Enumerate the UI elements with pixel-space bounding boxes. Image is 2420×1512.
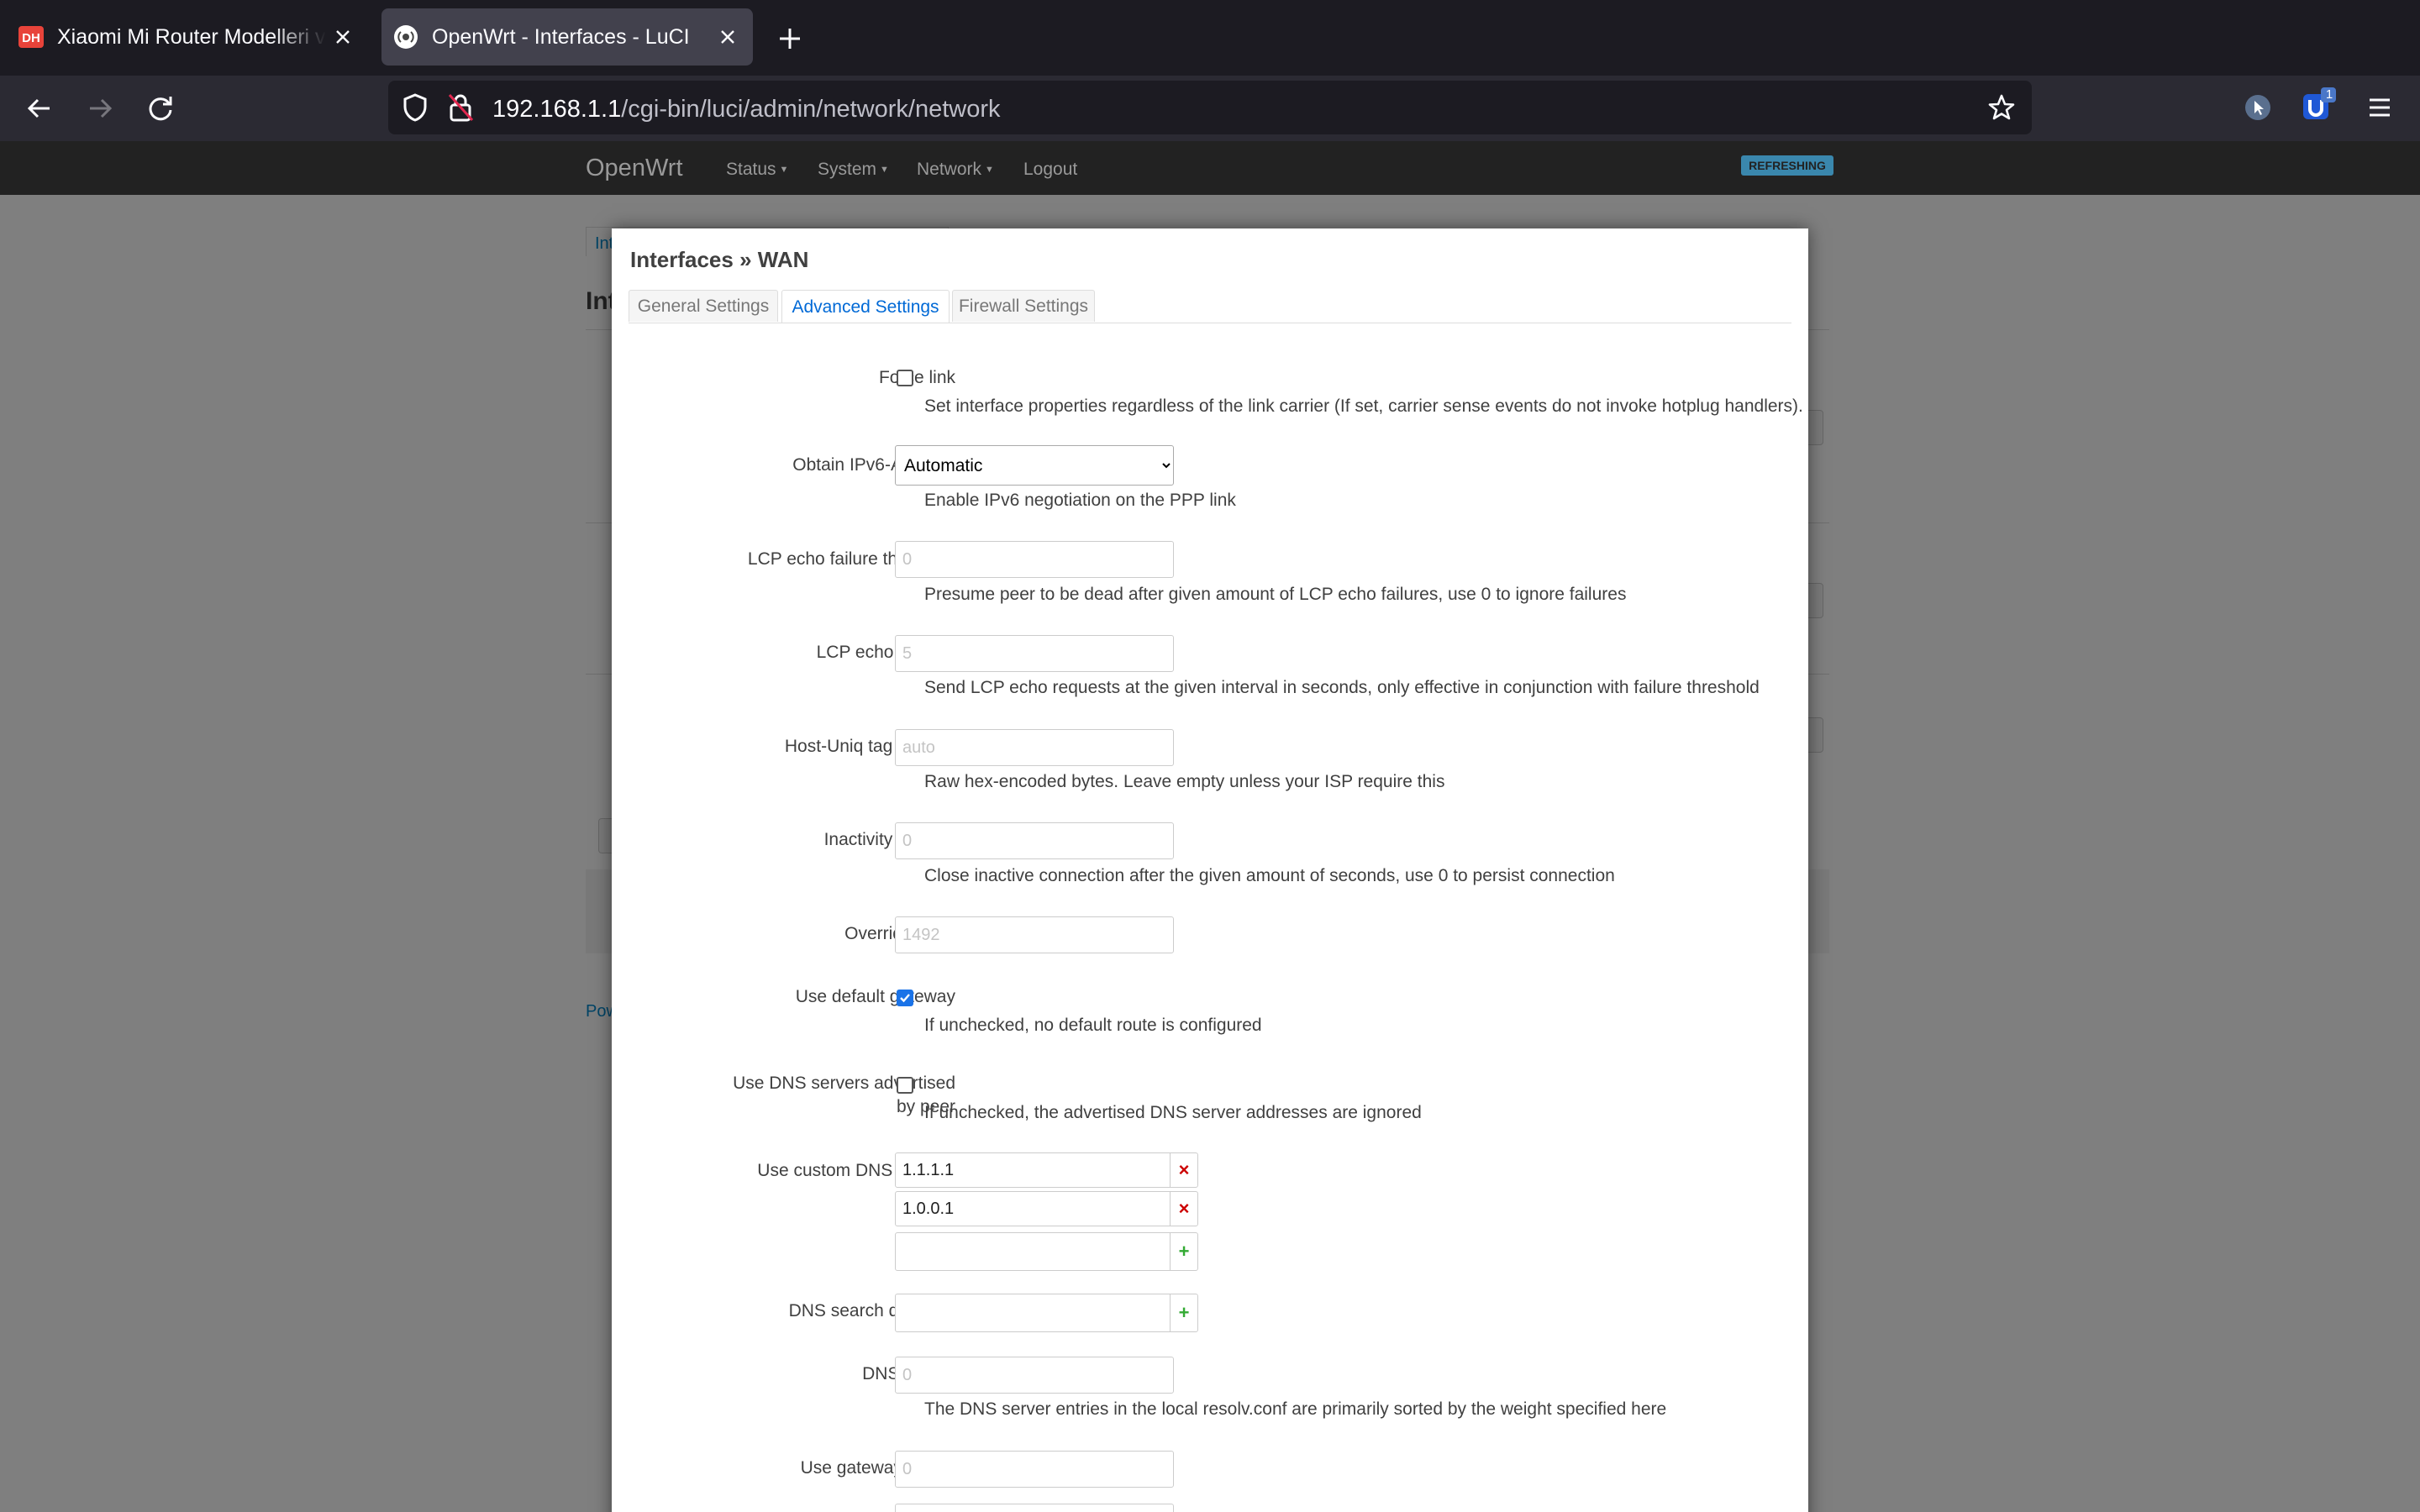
menu-status[interactable]: Status ▼: [726, 160, 788, 180]
openwrt-favicon-icon: [393, 24, 418, 50]
tab-general-settings[interactable]: General Settings: [629, 290, 778, 322]
hamburger-menu-icon[interactable]: [2361, 89, 2398, 126]
next-field-input[interactable]: [895, 1504, 1174, 1512]
url-bar[interactable]: 192.168.1.1/cgi-bin/luci/admin/network/n…: [388, 81, 2032, 134]
luci-header: OpenWrt Status ▼ System ▼ Network ▼ Logout …: [0, 141, 2420, 195]
menu-logout[interactable]: Logout: [1023, 160, 1077, 180]
ipv6-select[interactable]: Automatic: [895, 445, 1174, 486]
back-button[interactable]: [17, 86, 62, 131]
dns-search-input[interactable]: [895, 1294, 1171, 1332]
browser-tab-openwrt[interactable]: OpenWrt - Interfaces - LuCI: [381, 8, 753, 66]
default-gateway-description: If unchecked, no default route is config…: [924, 1016, 1262, 1035]
remove-dns-button[interactable]: ×: [1170, 1152, 1198, 1188]
lcp-interval-description: Send LCP echo requests at the given inte…: [924, 678, 1760, 697]
tab-bar: DH Xiaomi Mi Router Modelleri ve OpenWrt…: [0, 0, 2420, 76]
custom-dns-entry: ×: [895, 1191, 1199, 1226]
extension-cursor-icon[interactable]: [2239, 89, 2276, 126]
peer-dns-description: If unchecked, the advertised DNS server …: [924, 1103, 1422, 1122]
lcp-threshold-input[interactable]: [895, 541, 1174, 578]
add-search-domain-button[interactable]: +: [1170, 1294, 1198, 1332]
default-gateway-label: Use default gateway: [795, 987, 955, 1006]
interface-edit-modal: Interfaces » WAN General Settings Advanc…: [612, 228, 1808, 1512]
peer-dns-label: Use DNS servers advertised by peer: [733, 1074, 955, 1116]
custom-dns-input[interactable]: [895, 1152, 1171, 1188]
forward-icon: [90, 98, 113, 118]
ipv6-description: Enable IPv6 negotiation on the PPP link: [924, 491, 1236, 510]
insecure-lock-icon[interactable]: [444, 91, 477, 124]
brand-logo[interactable]: OpenWrt: [586, 155, 683, 182]
extension-badge: 1: [2325, 87, 2333, 102]
tab-title: OpenWrt - Interfaces - LuCI: [432, 24, 690, 49]
gateway-metric-input[interactable]: [895, 1451, 1174, 1488]
dns-search-entry: +: [895, 1294, 1199, 1332]
star-icon[interactable]: [1985, 91, 2018, 124]
force-link-description: Set interface properties regardless of t…: [924, 396, 1803, 416]
browser-tab-xiaomi[interactable]: DH Xiaomi Mi Router Modelleri ve OpenWrt: [7, 8, 368, 66]
custom-dns-new-entry: +: [895, 1232, 1199, 1271]
lcp-threshold-description: Presume peer to be dead after given amou…: [924, 585, 1627, 604]
back-icon: [27, 98, 50, 118]
url-text: 192.168.1.1/cgi-bin/luci/admin/network/n…: [492, 96, 1001, 123]
svg-text:DH: DH: [22, 31, 40, 45]
default-gateway-checkbox[interactable]: [897, 990, 913, 1006]
menu-network[interactable]: Network ▼: [917, 160, 994, 180]
host-uniq-description: Raw hex-encoded bytes. Leave empty unles…: [924, 772, 1445, 791]
new-tab-button[interactable]: [771, 20, 808, 57]
dns-weight-input[interactable]: [895, 1357, 1174, 1394]
override-mtu-input[interactable]: [895, 916, 1174, 953]
plus-icon: [780, 29, 800, 49]
modal-title: Interfaces » WAN: [630, 247, 809, 272]
custom-dns-input[interactable]: [895, 1191, 1171, 1226]
force-link-label: Force link: [878, 368, 955, 387]
close-icon[interactable]: [326, 20, 360, 54]
remove-dns-button[interactable]: ×: [1170, 1191, 1198, 1226]
tab-firewall-settings[interactable]: Firewall Settings: [952, 290, 1095, 322]
custom-dns-entry: ×: [895, 1152, 1199, 1188]
tab-title: Xiaomi Mi Router Modelleri ve OpenWrt: [57, 24, 326, 49]
web-page: OpenWrt Status ▼ System ▼ Network ▼ Logout …: [0, 141, 2420, 1512]
tab-advanced-settings[interactable]: Advanced Settings: [781, 290, 950, 323]
inactivity-timeout-description: Close inactive connection after the give…: [924, 866, 1615, 885]
custom-dns-new-input[interactable]: [895, 1232, 1171, 1271]
dns-weight-description: The DNS server entries in the local reso…: [924, 1399, 1667, 1419]
lcp-interval-input[interactable]: [895, 635, 1174, 672]
refreshing-badge[interactable]: REFRESHING: [1741, 155, 1833, 176]
forward-button[interactable]: [77, 86, 123, 131]
force-link-checkbox[interactable]: [897, 370, 913, 386]
host-uniq-input[interactable]: [895, 729, 1174, 766]
reload-button[interactable]: [138, 86, 183, 131]
close-icon[interactable]: [711, 20, 744, 54]
add-dns-button[interactable]: +: [1170, 1232, 1198, 1271]
ublock-icon[interactable]: 1: [2299, 87, 2336, 124]
checkmark-icon: [900, 994, 910, 1003]
menu-system[interactable]: System ▼: [818, 160, 889, 180]
dh-favicon-icon: DH: [18, 24, 44, 50]
reload-icon: [149, 97, 172, 121]
shield-icon[interactable]: [398, 91, 432, 124]
inactivity-timeout-input[interactable]: [895, 822, 1174, 859]
peer-dns-checkbox[interactable]: [897, 1077, 913, 1094]
